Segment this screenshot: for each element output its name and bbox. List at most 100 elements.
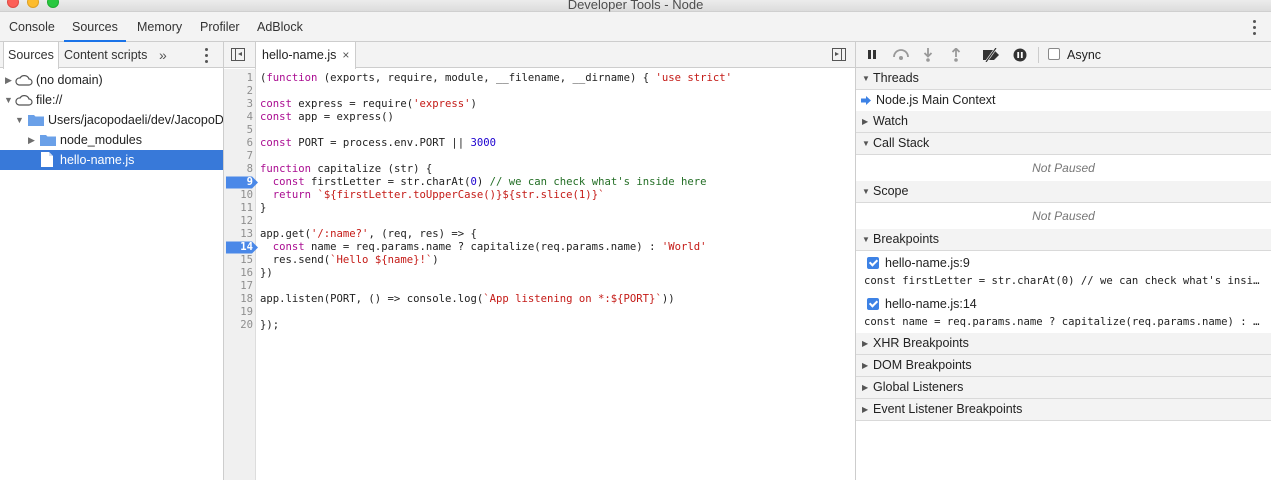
code-line[interactable]: 12 (224, 215, 854, 228)
navigator-tab-content-scripts[interactable]: Content scripts (60, 42, 151, 68)
code-line[interactable]: 7 (224, 150, 854, 163)
line-number[interactable]: 8 (224, 163, 253, 176)
code-line[interactable]: 9 const firstLetter = str.charAt(0) // w… (224, 176, 854, 189)
toggle-debugger-icon[interactable] (832, 48, 846, 61)
code-line[interactable]: 18 app.listen(PORT, () => console.log(`Ap… (224, 293, 854, 306)
code-line[interactable]: 1 (function (exports, require, module, __… (224, 72, 854, 85)
code-line[interactable]: 5 (224, 124, 854, 137)
debugger-toolbar: Async (856, 42, 1271, 68)
code-line[interactable]: 19 (224, 306, 854, 319)
collapse-arrow-icon: ▼ (862, 187, 870, 196)
tree-item-file-protocol[interactable]: ▼ file:// (0, 90, 223, 110)
code-line[interactable]: 16}) (224, 267, 854, 280)
expand-arrow-icon[interactable]: ▶ (5, 70, 12, 90)
collapse-arrow-icon[interactable]: ▼ (4, 90, 13, 110)
code-line[interactable]: 4 const app = express() (224, 111, 854, 124)
tree-item-user-folder[interactable]: ▼ Users/jacopodaeli/dev/JacopoDaeli (0, 110, 223, 130)
section-label: DOM Breakpoints (873, 358, 972, 372)
line-number[interactable]: 9 (224, 176, 253, 189)
line-number[interactable]: 7 (224, 150, 253, 163)
expand-arrow-icon: ▶ (862, 339, 869, 348)
line-number[interactable]: 14 (224, 241, 253, 254)
section-call-stack[interactable]: ▼ Call Stack (856, 133, 1271, 155)
line-number[interactable]: 5 (224, 124, 253, 137)
toggle-navigator-icon[interactable] (231, 48, 245, 61)
navigator-menu-icon[interactable] (205, 48, 208, 66)
code-line[interactable]: 13 app.get('/:name?', (req, res) => { (224, 228, 854, 241)
line-number[interactable]: 6 (224, 137, 253, 150)
code-line[interactable]: 14 const name = req.params.name ? capita… (224, 241, 854, 254)
collapse-arrow-icon: ▼ (862, 235, 870, 244)
code-line[interactable]: 10 return `${firstLetter.toUpperCase()}$… (224, 189, 854, 202)
call-stack-status: Not Paused (1032, 161, 1095, 175)
customize-menu-icon[interactable] (1253, 20, 1257, 36)
navigator-tab-bar: Sources Content scripts » (0, 42, 223, 69)
thread-item[interactable]: Node.js Main Context (856, 89, 1271, 111)
section-scope[interactable]: ▼ Scope (856, 181, 1271, 203)
line-number[interactable]: 2 (224, 85, 253, 98)
code-text: const PORT = process.env.PORT || 3000 (260, 137, 496, 149)
code-line[interactable]: 2 (224, 85, 854, 98)
line-number[interactable]: 20 (224, 319, 253, 332)
step-into-icon[interactable] (922, 48, 934, 62)
line-number[interactable]: 15 (224, 254, 253, 267)
line-number[interactable]: 11 (224, 202, 253, 215)
section-global-listeners[interactable]: ▶ Global Listeners (856, 377, 1271, 399)
tab-sources[interactable]: Sources (64, 12, 126, 42)
close-tab-icon[interactable]: × (342, 48, 349, 62)
editor-tab-label: hello-name.js (262, 48, 337, 62)
tree-item-label: node_modules (60, 133, 143, 147)
line-number[interactable]: 12 (224, 215, 253, 228)
expand-arrow-icon[interactable]: ▶ (28, 130, 35, 150)
section-event-listener-breakpoints[interactable]: ▶ Event Listener Breakpoints (856, 399, 1271, 421)
code-line[interactable]: 17 (224, 280, 854, 293)
line-number[interactable]: 3 (224, 98, 253, 111)
line-number[interactable]: 13 (224, 228, 253, 241)
code-text: function capitalize (str) { (260, 163, 433, 175)
code-line[interactable]: 11} (224, 202, 854, 215)
tab-profiler[interactable]: Profiler (192, 12, 248, 42)
code-line[interactable]: 15 res.send(`Hello ${name}!`) (224, 254, 854, 267)
code-line[interactable]: 6 const PORT = process.env.PORT || 3000 (224, 137, 854, 150)
current-thread-arrow-icon (861, 96, 871, 105)
tab-adblock[interactable]: AdBlock (249, 12, 311, 42)
code-line[interactable]: 8 function capitalize (str) { (224, 163, 854, 176)
line-number[interactable]: 4 (224, 111, 253, 124)
tree-item-no-domain[interactable]: ▶ (no domain) (0, 70, 223, 90)
code-text: (function (exports, require, module, __f… (260, 72, 733, 84)
tree-item-node-modules[interactable]: ▶ node_modules (0, 130, 223, 150)
step-over-icon[interactable] (892, 48, 910, 61)
tree-item-hello-name-js[interactable]: hello-name.js (0, 150, 223, 170)
line-number[interactable]: 17 (224, 280, 253, 293)
code-line[interactable]: 20}); (224, 319, 854, 332)
step-out-icon[interactable] (950, 48, 962, 62)
collapse-arrow-icon: ▼ (862, 74, 870, 83)
pause-icon[interactable] (866, 48, 878, 61)
section-label: Breakpoints (873, 232, 940, 246)
line-number[interactable]: 1 (224, 72, 253, 85)
breakpoint-checkbox[interactable] (867, 257, 879, 269)
line-number[interactable]: 16 (224, 267, 253, 280)
section-breakpoints[interactable]: ▼ Breakpoints (856, 229, 1271, 251)
deactivate-breakpoints-icon[interactable] (982, 48, 1002, 62)
breakpoint-checkbox[interactable] (867, 298, 879, 310)
async-checkbox[interactable] (1048, 48, 1060, 60)
editor-tab-hello-name-js[interactable]: hello-name.js × (255, 42, 357, 69)
tab-console[interactable]: Console (1, 12, 63, 42)
line-number[interactable]: 10 (224, 189, 253, 202)
line-number[interactable]: 18 (224, 293, 253, 306)
collapse-arrow-icon[interactable]: ▼ (15, 110, 24, 130)
cloud-icon (15, 95, 33, 106)
pause-on-exceptions-icon[interactable] (1013, 48, 1027, 62)
section-threads[interactable]: ▼ Threads (856, 68, 1271, 90)
section-dom-breakpoints[interactable]: ▶ DOM Breakpoints (856, 355, 1271, 377)
tab-memory[interactable]: Memory (129, 12, 190, 42)
section-xhr-breakpoints[interactable]: ▶ XHR Breakpoints (856, 333, 1271, 355)
section-watch[interactable]: ▶ Watch (856, 111, 1271, 133)
main-tab-bar: Console Sources Memory Profiler AdBlock (0, 12, 1271, 42)
more-tabs-icon[interactable]: » (159, 42, 167, 68)
line-number[interactable]: 19 (224, 306, 253, 319)
tree-item-label: hello-name.js (60, 153, 135, 167)
navigator-tab-sources[interactable]: Sources (3, 42, 59, 69)
code-line[interactable]: 3 const express = require('express') (224, 98, 854, 111)
